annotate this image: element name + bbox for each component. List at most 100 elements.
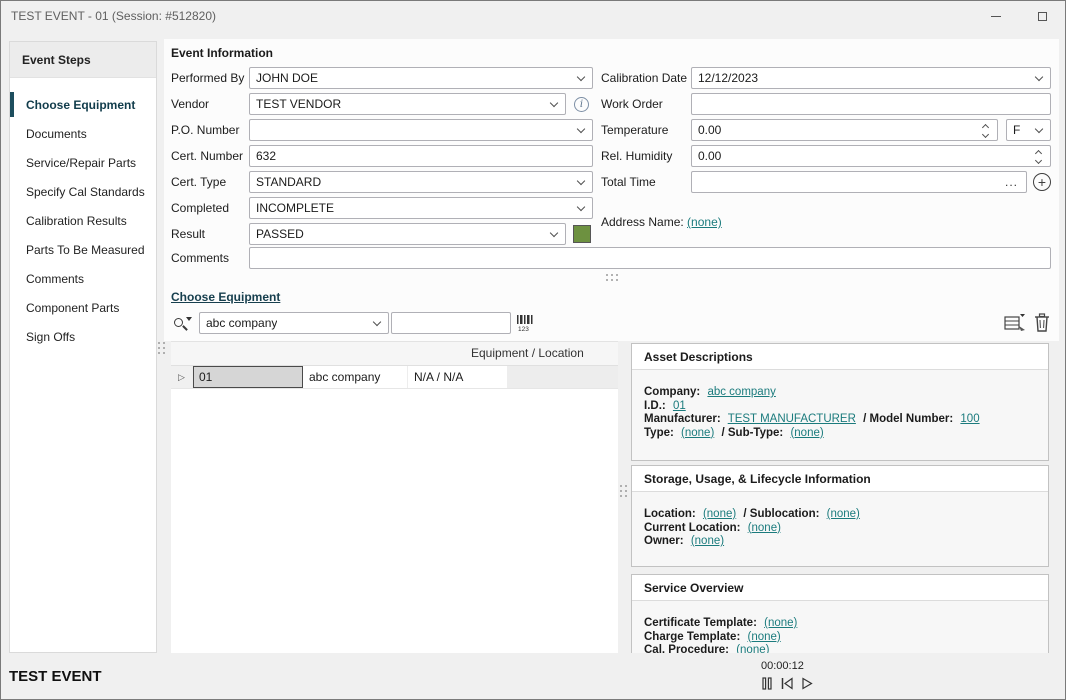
chevron-down-icon	[1035, 124, 1043, 132]
equipment-id-cell[interactable]: 01	[193, 366, 303, 388]
subtype-link[interactable]: (none)	[790, 427, 823, 439]
cert-type-dropdown[interactable]: STANDARD	[249, 171, 593, 193]
play-icon[interactable]	[801, 677, 813, 690]
equipment-search-input[interactable]	[391, 312, 511, 334]
step-label: Component Parts	[26, 301, 119, 315]
equipment-location-cell[interactable]: N/A / N/A	[408, 366, 508, 388]
sidebar-item-documents[interactable]: Documents	[10, 119, 156, 148]
service-overview-box: Service Overview Certificate Template: (…	[631, 574, 1049, 654]
step-label: Documents	[26, 127, 87, 141]
calibration-date-value: 12/12/2023	[698, 71, 758, 85]
model-number-label: / Model Number:	[863, 413, 953, 425]
comments-label: Comments	[171, 247, 229, 269]
maximize-button[interactable]	[1019, 1, 1065, 31]
pause-icon[interactable]	[761, 677, 773, 690]
expand-arrow-icon[interactable]: ▷	[178, 372, 185, 383]
vendor-label: Vendor	[171, 93, 209, 115]
search-icon[interactable]	[171, 312, 193, 334]
result-dropdown[interactable]: PASSED	[249, 223, 566, 245]
current-location-link[interactable]: (none)	[748, 522, 781, 534]
grid-settings-icon[interactable]	[1003, 312, 1027, 334]
rel-humidity-spinner[interactable]: 0.00	[691, 145, 1051, 167]
current-location-label: Current Location:	[644, 522, 740, 534]
owner-label: Owner:	[644, 535, 684, 547]
address-name-link[interactable]: (none)	[687, 215, 722, 229]
minimize-button[interactable]	[973, 1, 1019, 31]
type-link[interactable]: (none)	[681, 427, 714, 439]
owner-link[interactable]: (none)	[691, 535, 724, 547]
temperature-spinner[interactable]: 0.00	[691, 119, 998, 141]
rel-humidity-value: 0.00	[698, 149, 721, 163]
charge-template-link[interactable]: (none)	[747, 631, 780, 643]
performed-by-label: Performed By	[171, 67, 244, 89]
event-steps-sidebar: Event Steps Choose Equipment Documents S…	[9, 41, 157, 653]
rel-humidity-label: Rel. Humidity	[601, 145, 672, 167]
spin-buttons[interactable]	[983, 123, 989, 137]
chevron-down-icon	[1035, 72, 1043, 80]
equipment-company-cell[interactable]: abc company	[303, 366, 408, 388]
chevron-down-icon	[577, 72, 585, 80]
completed-value: INCOMPLETE	[256, 201, 334, 215]
spin-buttons[interactable]	[1036, 149, 1042, 163]
barcode-icon[interactable]: 123	[515, 313, 535, 333]
panel-splitter-handle[interactable]	[620, 485, 627, 497]
performed-by-dropdown[interactable]: JOHN DOE	[249, 67, 593, 89]
work-order-input[interactable]	[691, 93, 1051, 115]
storage-usage-lifecycle-box: Storage, Usage, & Lifecycle Information …	[631, 465, 1049, 567]
vendor-info-icon[interactable]: i	[574, 97, 589, 112]
completed-dropdown[interactable]: INCOMPLETE	[249, 197, 593, 219]
row-indicator-cell[interactable]: ▷	[171, 366, 193, 388]
calibration-date-dropdown[interactable]: 12/12/2023	[691, 67, 1051, 89]
sidebar-item-component-parts[interactable]: Component Parts	[10, 293, 156, 322]
sidebar-item-sign-offs[interactable]: Sign Offs	[10, 322, 156, 351]
temperature-unit-dropdown[interactable]: F	[1006, 119, 1051, 141]
sublocation-link[interactable]: (none)	[827, 508, 860, 520]
skip-to-start-icon[interactable]	[780, 677, 794, 690]
footer-bar: TEST EVENT 00:00:12 < Back Next > Cancel	[1, 653, 1065, 700]
sidebar-item-parts-to-be-measured[interactable]: Parts To Be Measured	[10, 235, 156, 264]
company-filter-dropdown[interactable]: abc company	[199, 312, 389, 334]
sidebar-splitter-handle[interactable]	[158, 342, 165, 354]
model-number-link[interactable]: 100	[960, 413, 979, 425]
step-label: Parts To Be Measured	[26, 243, 145, 257]
ellipsis-button[interactable]: ...	[1005, 175, 1018, 189]
result-value: PASSED	[256, 227, 304, 241]
certificate-template-link[interactable]: (none)	[764, 617, 797, 629]
choose-equipment-title[interactable]: Choose Equipment	[171, 290, 280, 304]
comments-input[interactable]	[249, 247, 1051, 269]
spin-down-icon	[982, 131, 989, 138]
sublocation-label: / Sublocation:	[743, 508, 819, 520]
magnifier-handle	[182, 325, 188, 331]
completed-label: Completed	[171, 197, 229, 219]
manufacturer-link[interactable]: TEST MANUFACTURER	[728, 413, 856, 425]
delete-icon[interactable]	[1033, 312, 1051, 334]
location-link[interactable]: (none)	[703, 508, 736, 520]
sidebar-item-calibration-results[interactable]: Calibration Results	[10, 206, 156, 235]
total-time-field[interactable]: ...	[691, 171, 1027, 193]
form-splitter-handle[interactable]	[606, 274, 618, 281]
chevron-down-icon	[577, 176, 585, 184]
vendor-dropdown[interactable]: TEST VENDOR	[249, 93, 566, 115]
sidebar-item-comments[interactable]: Comments	[10, 264, 156, 293]
company-link[interactable]: abc company	[707, 386, 775, 398]
equipment-table-header[interactable]: Equipment / Location	[171, 342, 618, 366]
sidebar-item-service-repair-parts[interactable]: Service/Repair Parts	[10, 148, 156, 177]
add-time-button[interactable]: +	[1033, 173, 1051, 191]
sidebar-item-choose-equipment[interactable]: Choose Equipment	[10, 90, 156, 119]
result-label: Result	[171, 223, 205, 245]
cert-number-label: Cert. Number	[171, 145, 243, 167]
temperature-unit-value: F	[1013, 123, 1020, 137]
table-row[interactable]: ▷ 01 abc company N/A / N/A	[171, 366, 618, 389]
equipment-location-column-header[interactable]: Equipment / Location	[471, 346, 584, 360]
sidebar-header: Event Steps	[10, 42, 156, 78]
selected-step-indicator	[10, 92, 14, 117]
step-label: Sign Offs	[26, 330, 75, 344]
equipment-id-value: 01	[199, 370, 212, 384]
po-number-dropdown[interactable]	[249, 119, 593, 141]
chevron-down-icon	[373, 317, 381, 325]
cert-number-input[interactable]	[249, 145, 593, 167]
sidebar-item-specify-cal-standards[interactable]: Specify Cal Standards	[10, 177, 156, 206]
id-link[interactable]: 01	[673, 400, 686, 412]
event-information-title: Event Information	[171, 46, 273, 60]
certificate-template-label: Certificate Template:	[644, 617, 757, 629]
